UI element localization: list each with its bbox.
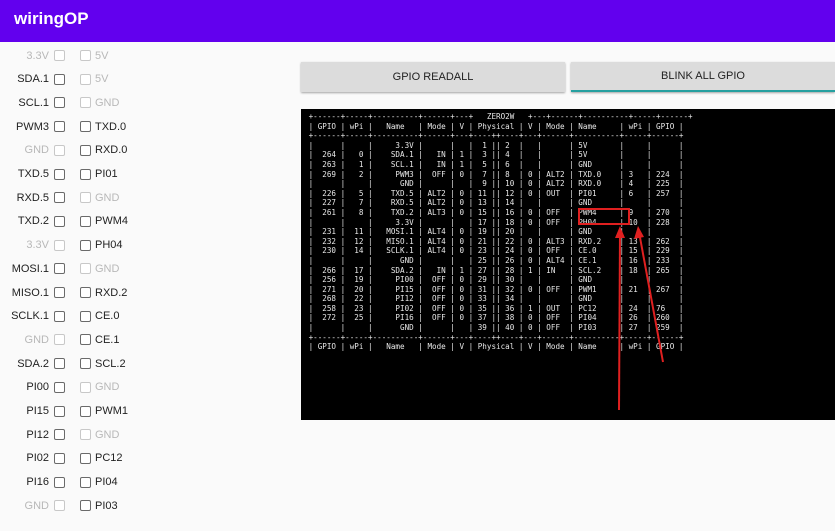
annotation-arrows (615, 226, 664, 411)
arrow-line-right (638, 231, 664, 363)
arrow-line-left (618, 231, 621, 411)
arrow-head-left (615, 226, 625, 238)
arrow-head-right (634, 226, 644, 239)
